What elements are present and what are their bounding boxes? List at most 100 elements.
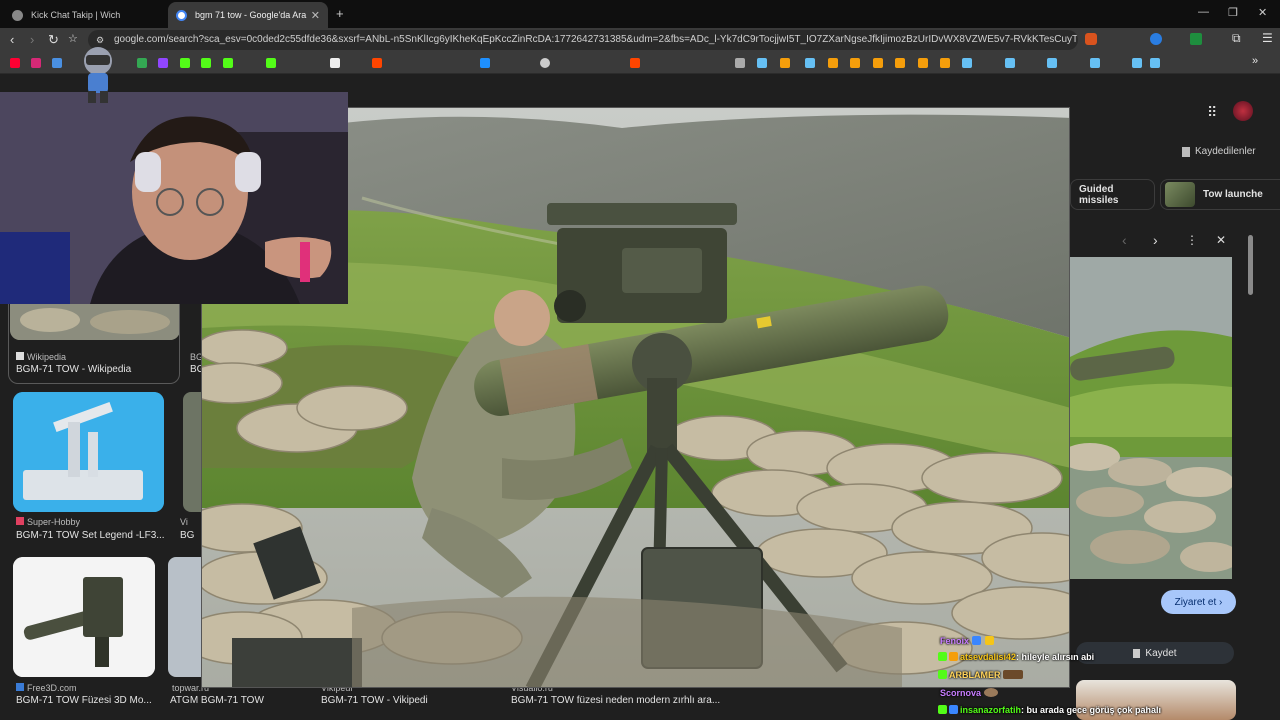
steam-bookmark-icon[interactable] <box>757 58 767 68</box>
new-tab-button[interactable]: + <box>336 6 344 21</box>
tab-strip: Kick Chat Takip | Wich bgm 71 tow - Goog… <box>0 0 1280 28</box>
mascot-character-icon <box>84 47 112 103</box>
wikipedia-icon <box>16 352 24 360</box>
minimize-icon[interactable]: — <box>1198 6 1209 18</box>
instagram-bookmark-icon[interactable] <box>31 58 41 68</box>
chip-tow-launcher[interactable]: Tow launche <box>1160 179 1280 210</box>
folder-bookmark-icon[interactable] <box>735 58 745 68</box>
result-source: Vi <box>180 517 188 527</box>
forward-icon[interactable]: › <box>30 32 34 47</box>
chat-text: : hileyle alırsın abi <box>1016 652 1095 662</box>
result-title[interactable]: BGM-71 TOW füzesi neden modern zırhlı ar… <box>511 695 720 706</box>
x-bookmark-icon[interactable] <box>330 58 340 68</box>
chat-emote-icon <box>1003 670 1024 679</box>
bookmark-icon[interactable]: ☆ <box>68 32 78 45</box>
result-image-partial[interactable] <box>168 557 201 677</box>
close-window-icon[interactable]: ✕ <box>1258 6 1267 19</box>
steam-bookmark-icon[interactable] <box>1047 58 1057 68</box>
drive-bookmark-icon[interactable] <box>137 58 147 68</box>
chat-username: Fenoix <box>940 636 970 646</box>
bookmark-icon[interactable] <box>540 58 550 68</box>
prev-image-icon[interactable]: ‹ <box>1122 232 1127 248</box>
steam-bookmark-icon[interactable] <box>1150 58 1160 68</box>
twitch-bookmark-icon[interactable] <box>158 58 168 68</box>
result-title[interactable]: BGM-71 TOW - Vikipedi <box>321 695 428 706</box>
more-options-icon[interactable]: ⋮ <box>1186 233 1198 247</box>
steam-bookmark-icon[interactable] <box>1132 58 1142 68</box>
kick-badge-icon <box>938 670 947 679</box>
result-image-free3d[interactable] <box>13 557 155 677</box>
bookmark-icon[interactable] <box>873 58 883 68</box>
extension-icon[interactable] <box>1150 33 1162 45</box>
tab-kick-chat[interactable]: Kick Chat Takip | Wich <box>4 2 164 28</box>
maximize-icon[interactable]: ❐ <box>1228 6 1238 19</box>
result-photo <box>13 557 155 677</box>
avatar[interactable] <box>1233 101 1253 121</box>
brave-shield-icon[interactable] <box>1085 33 1097 45</box>
steam-bookmark-icon[interactable] <box>1090 58 1100 68</box>
preview-photo <box>1070 257 1232 579</box>
close-tab-icon[interactable]: ✕ <box>311 9 320 22</box>
site-favicon-icon <box>16 517 24 525</box>
side-panel-preview-image[interactable] <box>1070 257 1232 579</box>
more-bookmarks-icon[interactable]: » <box>1252 55 1258 67</box>
result-title[interactable]: ATGM BGM-71 TOW <box>170 695 264 706</box>
result-source: Wikipedia <box>16 352 66 362</box>
bookmark-icon[interactable] <box>850 58 860 68</box>
bookmark-icon[interactable] <box>940 58 950 68</box>
apps-grid-icon[interactable]: ⠿ <box>1207 104 1217 121</box>
reload-icon[interactable]: ↻ <box>48 32 59 48</box>
chip-label: Guided missiles <box>1079 183 1119 206</box>
youtube-bookmark-icon[interactable] <box>10 58 20 68</box>
bookmark-icon[interactable] <box>895 58 905 68</box>
chip-guided-missiles[interactable]: Guided missiles <box>1070 179 1155 210</box>
save-button[interactable]: Kaydet <box>1076 642 1234 664</box>
site-favicon-icon <box>16 683 24 691</box>
extensions-puzzle-icon[interactable]: ⧉ <box>1232 31 1241 46</box>
next-image-icon[interactable]: › <box>1153 232 1158 248</box>
bookmark-icon[interactable] <box>918 58 928 68</box>
chat-badge-icon <box>971 636 981 645</box>
url-text: google.com/search?sca_esv=0c0ded2c55dfde… <box>114 34 1078 45</box>
chat-message: ARBLAMER <box>938 670 1025 680</box>
kick-bookmark-icon[interactable] <box>180 58 190 68</box>
visit-button[interactable]: Ziyaret et › <box>1161 590 1236 614</box>
scrollbar[interactable] <box>1248 235 1253 295</box>
menu-icon[interactable]: ☰ <box>1262 31 1273 45</box>
bookmark-icon[interactable] <box>52 58 62 68</box>
saved-link[interactable]: Kaydedilenler <box>1182 146 1256 157</box>
result-image-partial[interactable] <box>183 392 201 512</box>
steam-bookmark-icon[interactable] <box>805 58 815 68</box>
kick-bookmark-icon[interactable] <box>201 58 211 68</box>
bookmark-icon <box>1133 648 1141 658</box>
bookmark-icon[interactable] <box>480 58 490 68</box>
result-title[interactable]: BGM-71 TOW Füzesi 3D Mo... <box>16 695 152 706</box>
kick-badge-icon <box>938 652 947 661</box>
steam-bookmark-icon[interactable] <box>1005 58 1015 68</box>
chat-username: ARBLAMER <box>949 670 1001 680</box>
chat-badge-icon <box>949 705 958 714</box>
reddit-bookmark-icon[interactable] <box>372 58 382 68</box>
result-source: Super-Hobby <box>16 517 80 527</box>
result-title[interactable]: BG <box>180 530 194 541</box>
bookmark-icon[interactable] <box>780 58 790 68</box>
result-title[interactable]: BGM-71 TOW Set Legend -LF3... <box>16 530 165 541</box>
close-panel-icon[interactable]: ✕ <box>1216 233 1226 247</box>
visit-label: Ziyaret et <box>1174 596 1217 608</box>
reddit-bookmark-icon[interactable] <box>630 58 640 68</box>
kick-bookmark-icon[interactable] <box>223 58 233 68</box>
kick-badge-icon <box>938 705 947 714</box>
address-bar[interactable]: ⚙ google.com/search?sca_esv=0c0ded2c55df… <box>88 30 1078 50</box>
webcam-overlay <box>0 92 348 304</box>
result-image-super-hobby[interactable] <box>13 392 164 512</box>
result-title[interactable]: BGM-71 TOW - Wikipedia <box>16 364 131 375</box>
back-icon[interactable]: ‹ <box>10 32 14 47</box>
steam-bookmark-icon[interactable] <box>962 58 972 68</box>
chat-badge-icon <box>985 636 995 645</box>
bookmark-icon[interactable] <box>828 58 838 68</box>
extension-icon[interactable] <box>1190 33 1202 45</box>
google-icon <box>176 9 187 21</box>
result-photo <box>13 392 164 512</box>
tab-google-search[interactable]: bgm 71 tow - Google'da Ara ✕ <box>168 2 328 28</box>
kick-bookmark-icon[interactable] <box>266 58 276 68</box>
